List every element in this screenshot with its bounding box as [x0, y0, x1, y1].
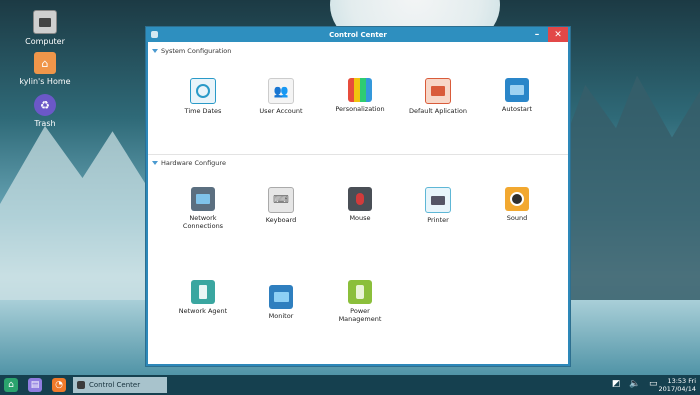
- users-icon: 👥: [268, 78, 294, 104]
- item-label: Power Management: [338, 307, 382, 323]
- item-printer[interactable]: Printer: [408, 187, 468, 224]
- palette-icon: [348, 78, 372, 102]
- item-default-application[interactable]: Default Aplication: [408, 78, 468, 115]
- keyboard-icon: ⌨: [268, 187, 294, 213]
- browser-icon: ◔: [55, 380, 63, 390]
- desktop-icon-label: Trash: [34, 119, 56, 128]
- item-label: Keyboard: [265, 216, 297, 224]
- item-label: Network Connections: [182, 214, 224, 230]
- item-autostart[interactable]: Autostart: [487, 78, 547, 113]
- item-label: Personalization: [335, 105, 385, 113]
- item-label: Monitor: [268, 312, 294, 320]
- item-sound[interactable]: Sound: [487, 187, 547, 222]
- item-network-agent[interactable]: Network Agent: [173, 280, 233, 315]
- volume-tray-icon[interactable]: 🔈: [629, 379, 640, 389]
- item-user-account[interactable]: 👥 User Account: [251, 78, 311, 115]
- taskbar-task-control-center[interactable]: Control Center: [73, 377, 167, 393]
- item-network-connections[interactable]: Network Connections: [173, 187, 233, 230]
- network-icon: [191, 187, 215, 211]
- item-label: Default Aplication: [408, 107, 467, 115]
- power-icon: [348, 280, 372, 304]
- item-power-management[interactable]: Power Management: [330, 280, 390, 323]
- section-system-configuration[interactable]: System Configuration: [152, 47, 231, 55]
- window-app-icon: [151, 31, 158, 38]
- window-titlebar[interactable]: Control Center – ✕: [146, 27, 570, 42]
- expand-triangle-icon: [152, 49, 158, 53]
- item-keyboard[interactable]: ⌨ Keyboard: [251, 187, 311, 224]
- section-title: Hardware Configure: [161, 159, 226, 167]
- item-label: Printer: [427, 216, 449, 224]
- section-title: System Configuration: [161, 47, 232, 55]
- task-label: Control Center: [89, 381, 141, 389]
- mouse-icon: [348, 187, 372, 211]
- desktop-icon-computer[interactable]: Computer: [10, 10, 80, 46]
- desktop-icon-trash[interactable]: ♻ Trash: [10, 94, 80, 128]
- item-label: Time Dates: [184, 107, 222, 115]
- window-content: System Configuration Time Dates 👥 User A…: [148, 42, 568, 364]
- network-tray-icon[interactable]: ◩: [612, 379, 621, 389]
- item-label: Network Agent: [178, 307, 228, 315]
- desktop-icon-label: Computer: [25, 37, 65, 46]
- item-personalization[interactable]: Personalization: [330, 78, 390, 113]
- section-hardware-configure[interactable]: Hardware Configure: [152, 159, 226, 167]
- close-button[interactable]: ✕: [548, 27, 568, 42]
- clock-icon: [190, 78, 216, 104]
- clock-date: 2017/04/14: [658, 385, 696, 393]
- default-app-icon: [425, 78, 451, 104]
- start-menu-button[interactable]: ⌂: [4, 378, 18, 392]
- trash-icon: ♻: [34, 94, 56, 116]
- item-mouse[interactable]: Mouse: [330, 187, 390, 222]
- home-folder-icon: ⌂: [34, 52, 56, 74]
- item-monitor[interactable]: Monitor: [251, 285, 311, 320]
- expand-triangle-icon: [152, 161, 158, 165]
- desktop-icon-home[interactable]: ⌂ kylin's Home: [10, 52, 80, 86]
- browser-button[interactable]: ◔: [52, 378, 66, 392]
- folder-icon: ▤: [30, 380, 40, 390]
- notification-tray-icon[interactable]: ▭: [649, 379, 658, 389]
- task-app-icon: [77, 381, 85, 389]
- speaker-icon: [505, 187, 529, 211]
- clock-time: 13:53 Fri: [667, 377, 696, 385]
- clock[interactable]: 13:53 Fri 2017/04/14: [659, 377, 696, 393]
- item-label: Mouse: [349, 214, 371, 222]
- server-icon: [191, 280, 215, 304]
- item-time-dates[interactable]: Time Dates: [173, 78, 233, 115]
- printer-icon: [425, 187, 451, 213]
- section-divider: [148, 154, 568, 155]
- item-label: User Account: [259, 107, 303, 115]
- monitor-icon: [269, 285, 293, 309]
- start-icon: ⌂: [8, 380, 14, 390]
- computer-icon: [33, 10, 57, 34]
- control-center-window: Control Center – ✕ System Configuration …: [145, 26, 571, 367]
- taskbar: ⌂ ▤ ◔ Control Center ◩ 🔈 ▭ 13:53 Fri 201…: [0, 375, 700, 395]
- item-label: Autostart: [501, 105, 533, 113]
- desktop-icon-label: kylin's Home: [19, 77, 71, 86]
- minimize-button[interactable]: –: [528, 27, 546, 42]
- window-title: Control Center: [329, 30, 387, 39]
- file-manager-button[interactable]: ▤: [28, 378, 42, 392]
- item-label: Sound: [506, 214, 528, 222]
- autostart-icon: [505, 78, 529, 102]
